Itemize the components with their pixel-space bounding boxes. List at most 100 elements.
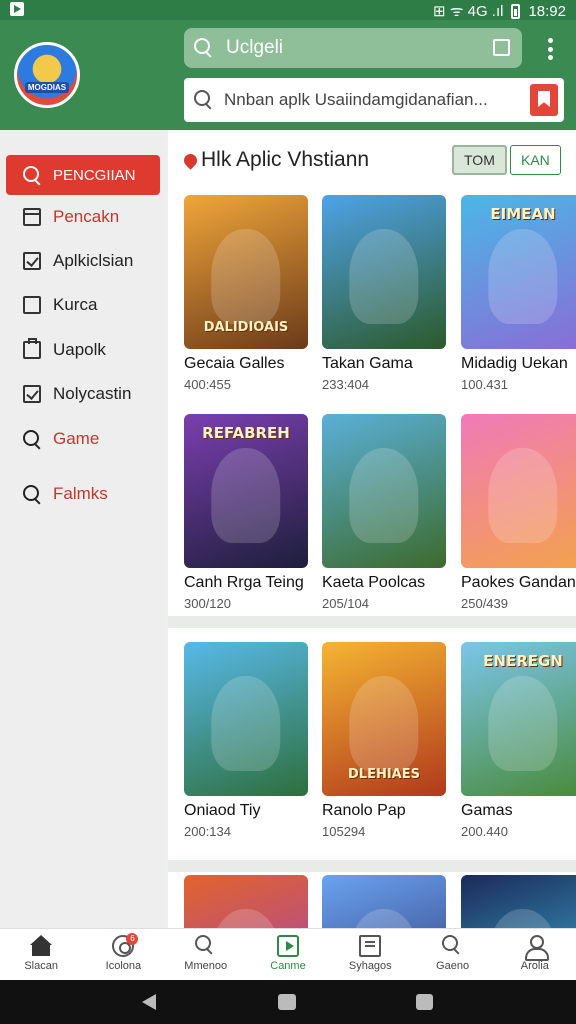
game-art-logo: DLEHIAES: [348, 767, 420, 782]
app-header: MOGDIAS Uclgeli: [0, 20, 576, 130]
game-name[interactable]: Kaeta Poolcas: [322, 574, 448, 592]
game-card[interactable]: [461, 875, 576, 928]
sidebar-item-label: Pencakn: [53, 207, 120, 226]
game-card[interactable]: Kaeta Poolcas 205/104: [322, 414, 448, 611]
game-art-title: EIMEAN: [490, 205, 556, 223]
home-button-icon[interactable]: [278, 994, 296, 1010]
folder-icon: [23, 338, 41, 359]
search-icon: [23, 430, 41, 448]
recents-icon[interactable]: [416, 994, 433, 1010]
sidebar-item-game[interactable]: Game: [6, 419, 160, 459]
notification-badge: 6: [126, 933, 139, 945]
game-art-title: REFABREH: [202, 424, 290, 442]
nav-item-gaeno[interactable]: Gaeno: [411, 929, 493, 980]
sidebar-item-pencgiian[interactable]: PENCGIIAN: [6, 155, 160, 195]
more-options-icon[interactable]: [546, 38, 554, 60]
game-name[interactable]: Gamas: [461, 802, 576, 820]
nav-label: Gaeno: [436, 960, 470, 972]
game-download-count: 233:404: [322, 377, 369, 392]
ring-icon: 6: [112, 933, 139, 957]
window-icon: [23, 208, 41, 226]
game-thumbnail[interactable]: [322, 875, 446, 928]
game-character-art: [211, 675, 281, 772]
game-thumbnail[interactable]: [322, 195, 446, 349]
search-input[interactable]: [224, 86, 514, 114]
sidebar-item-kurca[interactable]: Kurca: [6, 285, 160, 325]
game-character-art: [488, 908, 558, 928]
filter-tom-button[interactable]: TOM: [452, 145, 507, 175]
sidebar-item-falmks[interactable]: Falmks: [6, 474, 160, 514]
select-square-icon[interactable]: [493, 39, 510, 56]
game-character-art: [349, 228, 419, 325]
game-thumbnail[interactable]: [461, 875, 576, 928]
game-character-art: [349, 447, 419, 544]
game-card[interactable]: DALIDIOAIS Gecaia Galles 400:455: [184, 195, 310, 392]
game-character-art: [211, 447, 281, 544]
game-name[interactable]: Canh Rrga Teing: [184, 574, 310, 592]
top-search-box[interactable]: Uclgeli: [184, 28, 522, 68]
game-thumbnail[interactable]: [322, 414, 446, 568]
nav-item-syhagos[interactable]: Syhagos: [329, 929, 411, 980]
search-icon: [194, 935, 217, 957]
game-art-title: ENEREGN: [483, 652, 563, 670]
square-icon: [23, 296, 41, 314]
nav-label: Mmenoo: [184, 960, 228, 972]
nav-item-canme[interactable]: Canme: [247, 929, 329, 980]
game-card[interactable]: Oniaod Tiy 200:134: [184, 642, 310, 839]
sidebar-item-nolycastin[interactable]: Nolycastin: [6, 374, 160, 414]
game-character-art: [211, 908, 281, 928]
filter-kan-button[interactable]: KAN: [510, 145, 561, 175]
game-card[interactable]: [322, 875, 448, 928]
game-card[interactable]: ENEREGN Gamas 200.440: [461, 642, 576, 839]
bookmark-button[interactable]: [530, 84, 558, 116]
search-icon: [441, 935, 464, 957]
top-search-text: Uclgeli: [226, 37, 284, 58]
game-character-art: [488, 447, 558, 544]
game-card[interactable]: Takan Gama 233:404: [322, 195, 448, 392]
game-name[interactable]: Ranolo Pap: [322, 802, 448, 820]
system-nav-bar: [0, 980, 576, 1024]
game-card[interactable]: DLEHIAES Ranolo Pap 105294: [322, 642, 448, 839]
section-title-text: Hlk Aplic Vhstiann: [201, 148, 370, 171]
game-name[interactable]: Oniaod Tiy: [184, 802, 310, 820]
sidebar-item-label: Falmks: [53, 484, 108, 503]
game-card[interactable]: EIMEAN Midadig Uekan 100.431: [461, 195, 576, 392]
search-icon: [23, 166, 41, 184]
game-thumbnail[interactable]: DLEHIAES: [322, 642, 446, 796]
game-thumbnail[interactable]: [461, 414, 576, 568]
game-card[interactable]: REFABREH Canh Rrga Teing 300/120: [184, 414, 310, 611]
nav-label: Icolona: [105, 960, 142, 972]
app-logo[interactable]: MOGDIAS: [14, 42, 80, 108]
game-name[interactable]: Gecaia Galles: [184, 355, 310, 373]
game-thumbnail[interactable]: [184, 875, 308, 928]
game-thumbnail[interactable]: EIMEAN: [461, 195, 576, 349]
nav-item-icolona[interactable]: 6 Icolona: [82, 929, 164, 980]
signal-icons: ⊞ ᯤ 4G .ıl: [433, 3, 504, 20]
game-art-logo: DALIDIOAIS: [203, 320, 289, 335]
game-thumbnail[interactable]: ENEREGN: [461, 642, 576, 796]
back-icon[interactable]: [142, 994, 156, 1010]
game-download-count: 250/439: [461, 596, 508, 611]
game-card[interactable]: [184, 875, 310, 928]
game-thumbnail[interactable]: REFABREH: [184, 414, 308, 568]
search-icon: [194, 38, 214, 58]
game-thumbnail[interactable]: DALIDIOAIS: [184, 195, 308, 349]
game-character-art: [488, 675, 558, 772]
sidebar-item-label: Kurca: [53, 295, 98, 314]
nav-item-arolia[interactable]: Arolia: [494, 929, 576, 980]
sidebar-item-pencakn[interactable]: Pencakn: [6, 197, 160, 237]
nav-item-slacan[interactable]: Slacan: [0, 929, 82, 980]
status-bar: ⊞ ᯤ 4G .ıl 18:92: [0, 0, 576, 20]
nav-label: Syhagos: [348, 960, 392, 972]
game-name[interactable]: Midadig Uekan: [461, 355, 576, 373]
game-character-art: [211, 228, 281, 325]
sidebar-item-uapolk[interactable]: Uapolk: [6, 330, 160, 370]
pin-icon: [181, 150, 200, 170]
sidebar-item-aplkiclsian[interactable]: Aplkiclsian: [6, 241, 160, 281]
game-thumbnail[interactable]: [184, 642, 308, 796]
nav-item-mmenoo[interactable]: Mmenoo: [165, 929, 247, 980]
game-card[interactable]: Paokes Gandan 250/439: [461, 414, 576, 611]
row-divider: [168, 860, 576, 872]
game-name[interactable]: Paokes Gandan: [461, 574, 576, 592]
game-name[interactable]: Takan Gama: [322, 355, 448, 373]
